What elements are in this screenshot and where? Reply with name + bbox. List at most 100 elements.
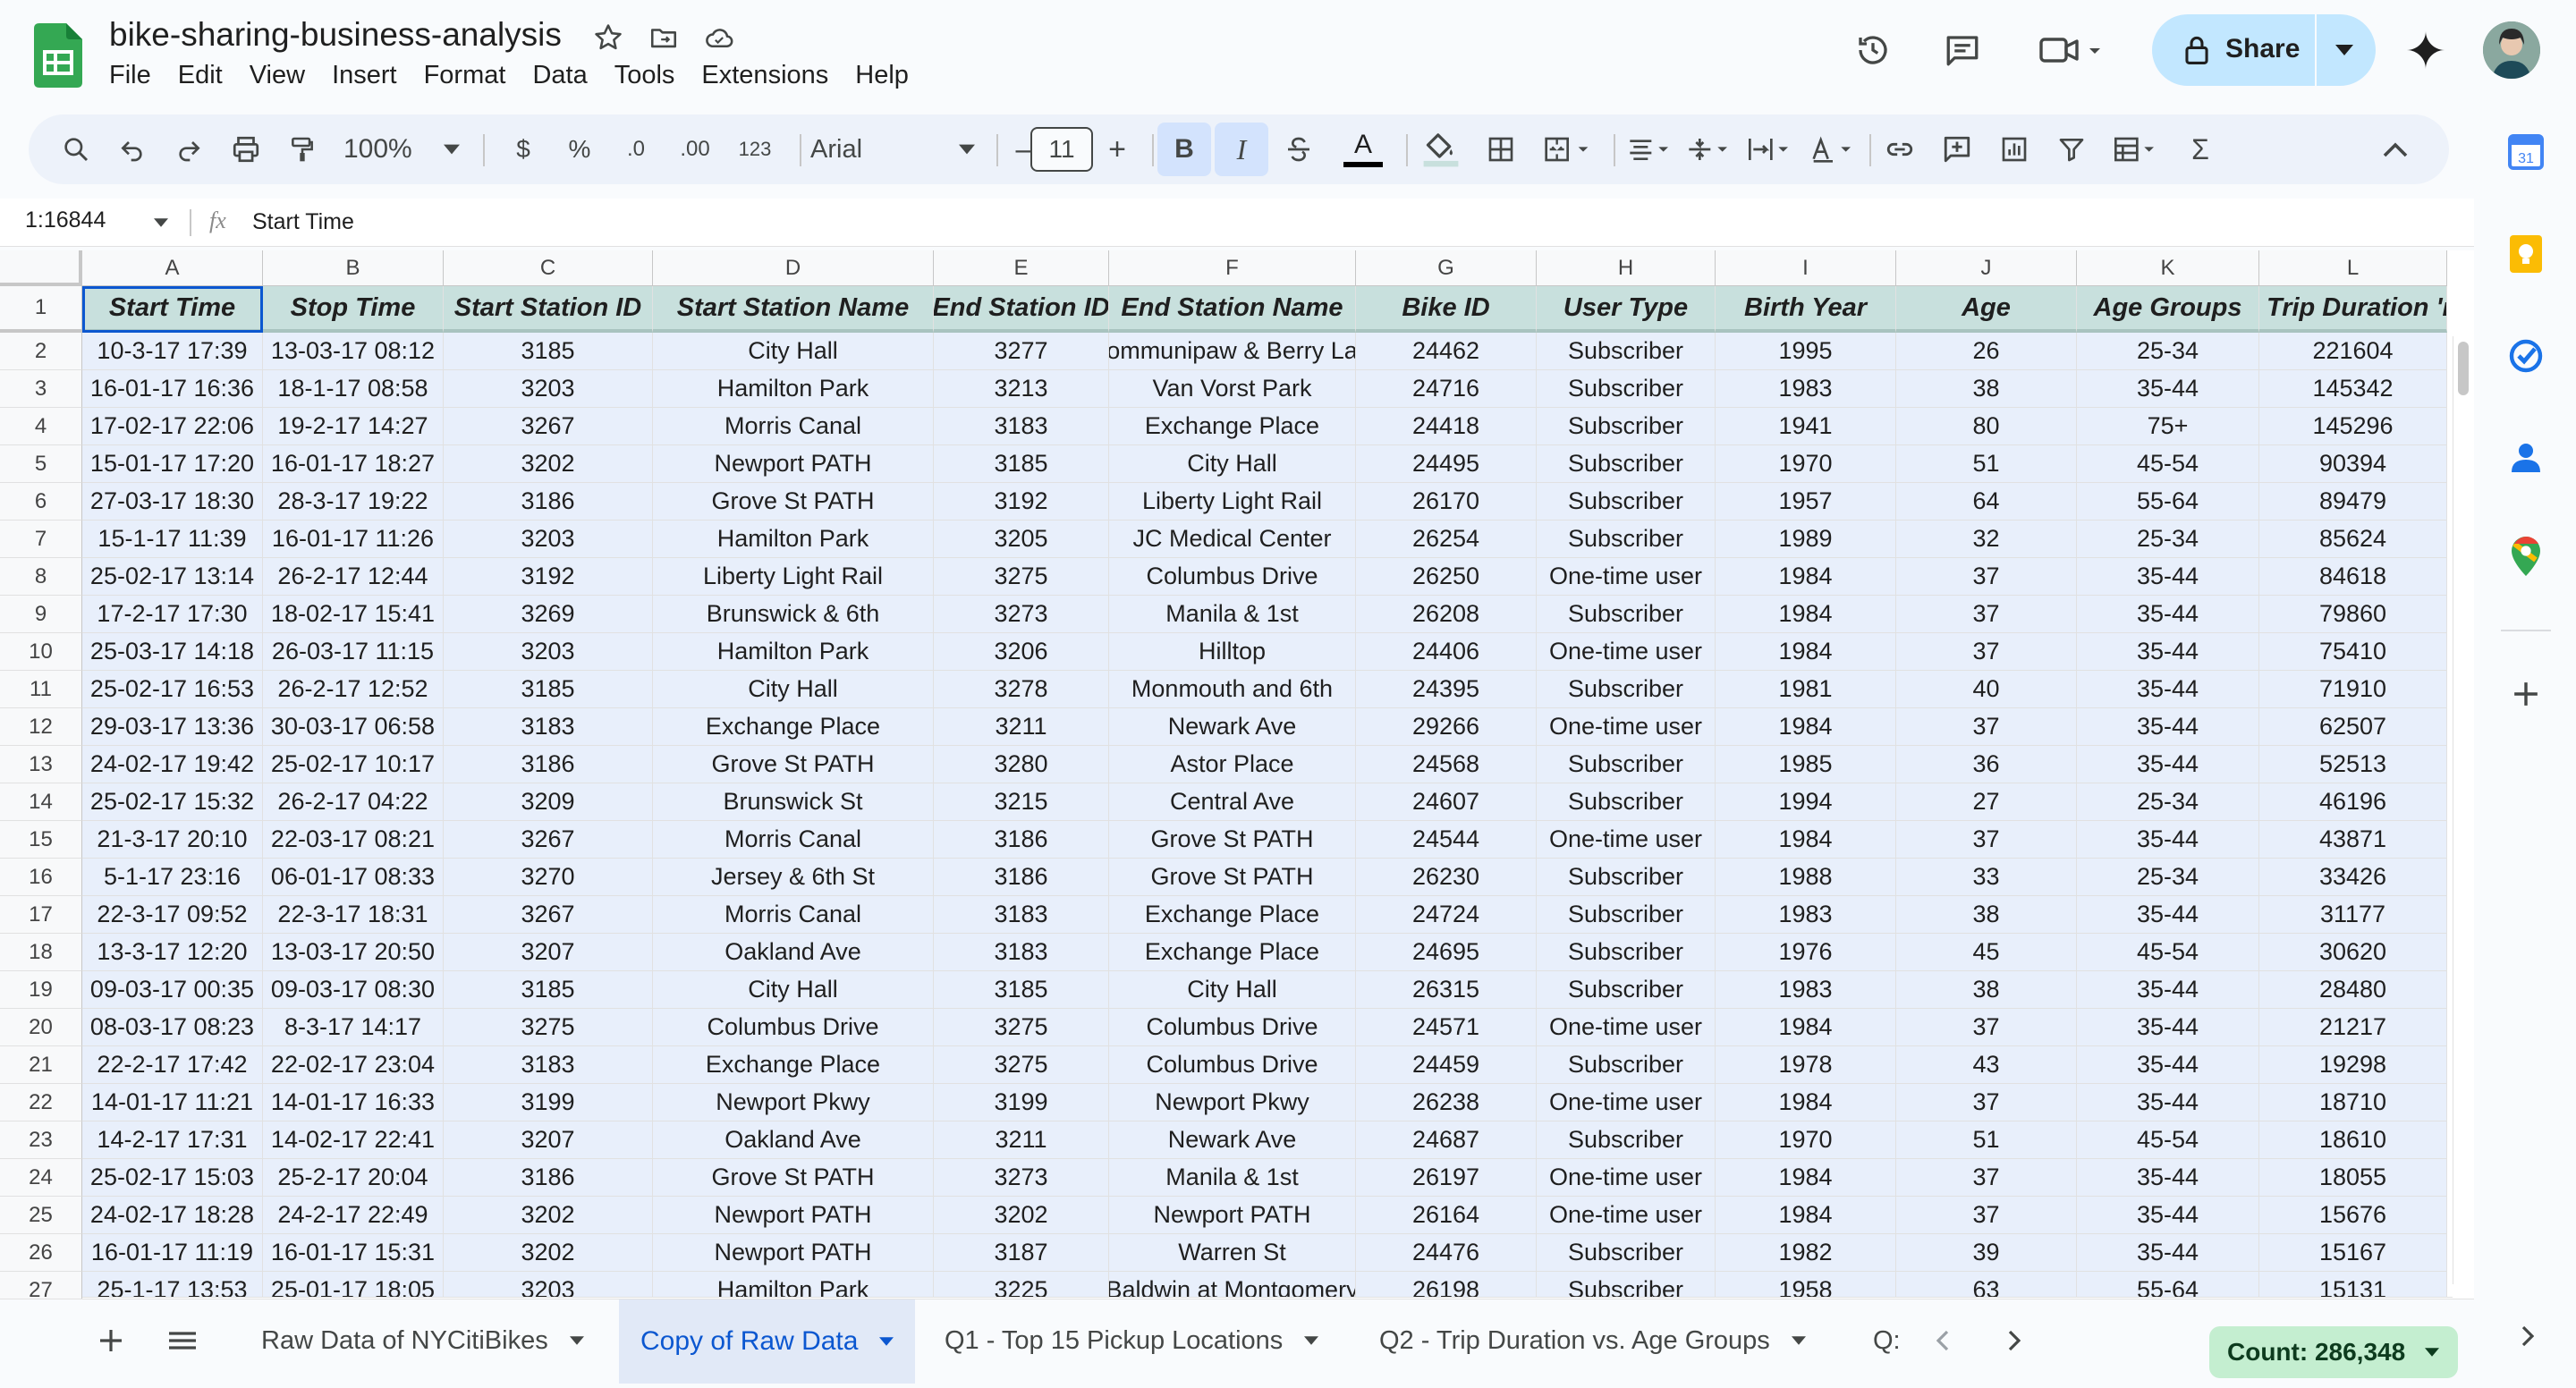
- italic-button[interactable]: I: [1215, 114, 1268, 184]
- table-cell[interactable]: 1984: [1716, 821, 1896, 859]
- header-cell[interactable]: Age: [1896, 286, 2077, 333]
- table-cell[interactable]: 221604: [2259, 333, 2447, 370]
- table-cell[interactable]: 19-2-17 14:27: [263, 408, 444, 445]
- table-cell[interactable]: 71910: [2259, 671, 2447, 708]
- table-cell[interactable]: 25-34: [2077, 783, 2259, 821]
- table-cell[interactable]: 3192: [934, 483, 1109, 520]
- table-cell[interactable]: 84618: [2259, 558, 2447, 596]
- column-header-f[interactable]: F: [1109, 250, 1356, 286]
- table-cell[interactable]: 24476: [1356, 1234, 1537, 1272]
- table-cell[interactable]: 3202: [444, 1234, 653, 1272]
- table-cell[interactable]: 3203: [444, 1272, 653, 1299]
- table-cell[interactable]: Baldwin at Montgomery: [1109, 1272, 1356, 1299]
- table-cell[interactable]: 24459: [1356, 1046, 1537, 1084]
- table-cell[interactable]: 145296: [2259, 408, 2447, 445]
- table-cell[interactable]: 3203: [444, 633, 653, 671]
- table-cell[interactable]: 1957: [1716, 483, 1896, 520]
- table-cell[interactable]: 3269: [444, 596, 653, 633]
- menu-edit[interactable]: Edit: [178, 61, 223, 97]
- table-view-icon[interactable]: [2100, 114, 2172, 184]
- table-cell[interactable]: 25-02-17 13:14: [82, 558, 263, 596]
- table-cell[interactable]: 51: [1896, 445, 2077, 483]
- decrease-decimal-button[interactable]: .0: [612, 114, 660, 184]
- table-cell[interactable]: 3183: [934, 896, 1109, 934]
- table-cell[interactable]: 21217: [2259, 1009, 2447, 1046]
- table-cell[interactable]: 51: [1896, 1121, 2077, 1159]
- header-cell[interactable]: Bike ID: [1356, 286, 1537, 333]
- table-cell[interactable]: One-time user: [1537, 633, 1716, 671]
- table-cell[interactable]: 40: [1896, 671, 2077, 708]
- table-cell[interactable]: 31177: [2259, 896, 2447, 934]
- count-summary[interactable]: Count: 286,348: [2209, 1326, 2458, 1378]
- table-cell[interactable]: 1970: [1716, 445, 1896, 483]
- menu-help[interactable]: Help: [855, 61, 909, 97]
- table-cell[interactable]: 19298: [2259, 1046, 2447, 1084]
- table-cell[interactable]: 145342: [2259, 370, 2447, 408]
- column-header-d[interactable]: D: [653, 250, 934, 286]
- table-cell[interactable]: Manila & 1st: [1109, 1159, 1356, 1197]
- table-cell[interactable]: 3275: [934, 1046, 1109, 1084]
- table-cell[interactable]: 32: [1896, 520, 2077, 558]
- table-cell[interactable]: 1984: [1716, 1009, 1896, 1046]
- row-header[interactable]: 19: [0, 971, 82, 1009]
- table-cell[interactable]: 3267: [444, 896, 653, 934]
- table-cell[interactable]: 22-3-17 09:52: [82, 896, 263, 934]
- table-cell[interactable]: 1984: [1716, 1197, 1896, 1234]
- table-cell[interactable]: Subscriber: [1537, 445, 1716, 483]
- table-cell[interactable]: 22-03-17 08:21: [263, 821, 444, 859]
- table-cell[interactable]: 28480: [2259, 971, 2447, 1009]
- menu-insert[interactable]: Insert: [332, 61, 397, 97]
- sheets-logo-icon[interactable]: [34, 23, 82, 88]
- table-cell[interactable]: 25-02-17 15:32: [82, 783, 263, 821]
- table-cell[interactable]: 35-44: [2077, 1009, 2259, 1046]
- column-header-i[interactable]: I: [1716, 250, 1896, 286]
- header-cell[interactable]: End Station Name: [1109, 286, 1356, 333]
- currency-format-button[interactable]: $: [503, 114, 544, 184]
- table-cell[interactable]: Exchange Place: [653, 708, 934, 746]
- table-cell[interactable]: 24-2-17 22:49: [263, 1197, 444, 1234]
- table-cell[interactable]: 3185: [934, 971, 1109, 1009]
- table-cell[interactable]: Newark Ave: [1109, 708, 1356, 746]
- share-dropdown-icon[interactable]: [2322, 32, 2367, 68]
- row-header[interactable]: 2: [0, 333, 82, 370]
- table-cell[interactable]: 30-03-17 06:58: [263, 708, 444, 746]
- menu-tools[interactable]: Tools: [614, 61, 675, 97]
- table-cell[interactable]: 16-01-17 11:26: [263, 520, 444, 558]
- table-cell[interactable]: 55-64: [2077, 483, 2259, 520]
- table-cell[interactable]: 45: [1896, 934, 2077, 971]
- formula-input[interactable]: Start Time: [252, 209, 354, 235]
- table-cell[interactable]: 24687: [1356, 1121, 1537, 1159]
- table-cell[interactable]: 27: [1896, 783, 2077, 821]
- table-cell[interactable]: 26: [1896, 333, 2077, 370]
- row-header[interactable]: 7: [0, 520, 82, 558]
- row-header[interactable]: 20: [0, 1009, 82, 1046]
- table-cell[interactable]: 3187: [934, 1234, 1109, 1272]
- print-icon[interactable]: [225, 114, 267, 184]
- table-cell[interactable]: One-time user: [1537, 558, 1716, 596]
- table-cell[interactable]: 35-44: [2077, 1046, 2259, 1084]
- column-header-a[interactable]: A: [82, 250, 263, 286]
- table-cell[interactable]: 17-02-17 22:06: [82, 408, 263, 445]
- table-cell[interactable]: 80: [1896, 408, 2077, 445]
- header-cell[interactable]: Age Groups: [2077, 286, 2259, 333]
- share-button[interactable]: Share: [2152, 14, 2376, 86]
- row-header[interactable]: 5: [0, 445, 82, 483]
- table-cell[interactable]: 1941: [1716, 408, 1896, 445]
- table-cell[interactable]: 21-3-17 20:10: [82, 821, 263, 859]
- table-cell[interactable]: City Hall: [653, 971, 934, 1009]
- table-cell[interactable]: 26315: [1356, 971, 1537, 1009]
- table-cell[interactable]: 3202: [444, 445, 653, 483]
- table-cell[interactable]: 28-3-17 19:22: [263, 483, 444, 520]
- table-cell[interactable]: Warren St: [1109, 1234, 1356, 1272]
- table-cell[interactable]: 14-01-17 16:33: [263, 1084, 444, 1121]
- sheet-tab-q1-top-15[interactable]: Q1 - Top 15 Pickup Locations: [945, 1308, 1319, 1373]
- table-cell[interactable]: 3186: [444, 1159, 653, 1197]
- name-box[interactable]: 1:16844: [25, 207, 177, 240]
- table-cell[interactable]: 35-44: [2077, 633, 2259, 671]
- increase-decimal-button[interactable]: .00: [667, 114, 723, 184]
- table-cell[interactable]: Grove St PATH: [653, 746, 934, 783]
- column-header-e[interactable]: E: [934, 250, 1109, 286]
- table-cell[interactable]: 37: [1896, 708, 2077, 746]
- table-cell[interactable]: 26170: [1356, 483, 1537, 520]
- table-cell[interactable]: 18-02-17 15:41: [263, 596, 444, 633]
